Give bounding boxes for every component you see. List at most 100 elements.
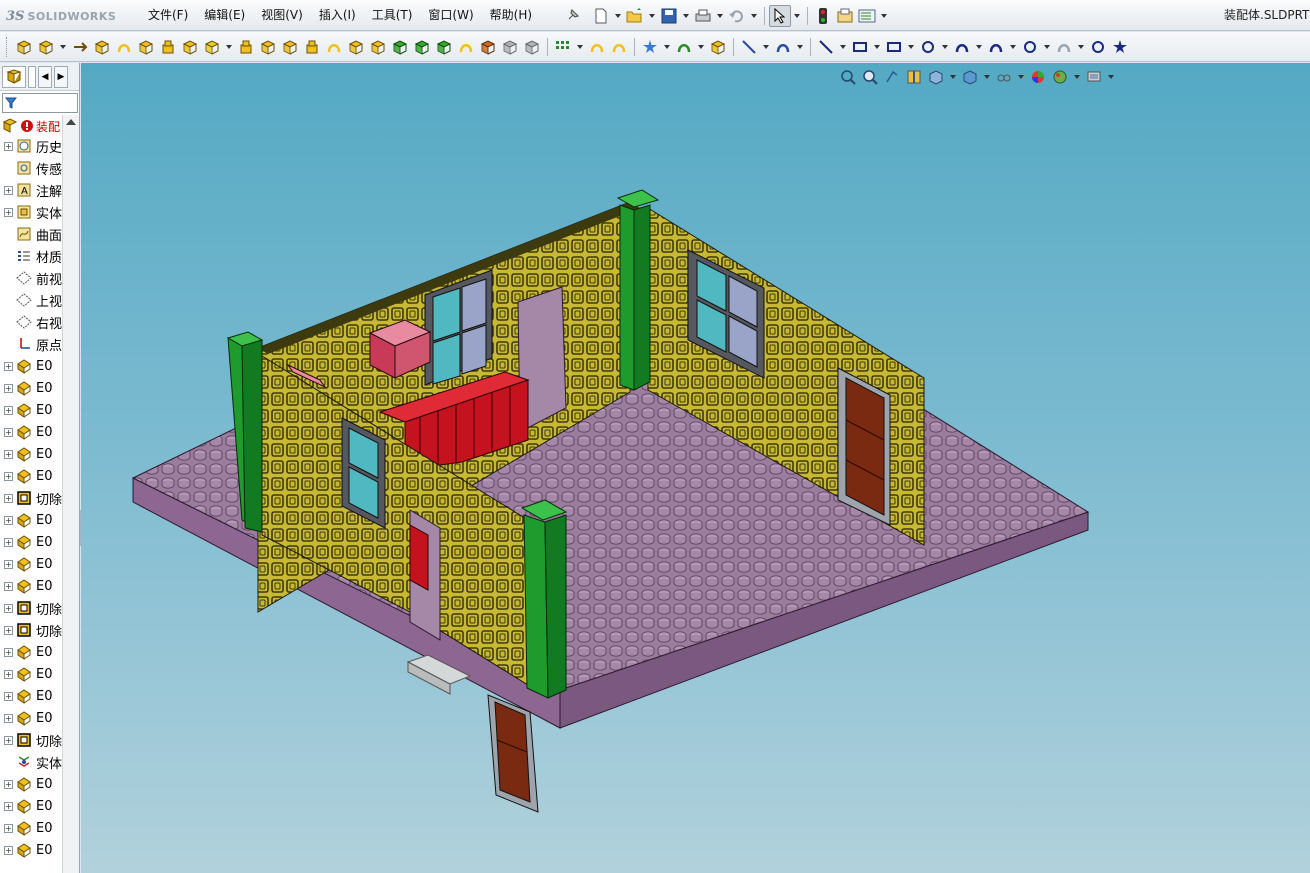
line-icon[interactable] (816, 37, 836, 57)
print-dropdown-icon[interactable] (717, 14, 723, 18)
dropdown-arrow-icon[interactable] (874, 44, 880, 49)
select-dropdown-icon[interactable] (794, 14, 800, 18)
expand-toggle-icon[interactable]: + (4, 823, 13, 833)
expand-toggle-icon[interactable]: + (4, 207, 13, 217)
open-icon[interactable] (624, 5, 646, 27)
tab-scroll-right-icon[interactable]: ▶ (54, 65, 68, 88)
construction-icon[interactable] (1110, 37, 1130, 57)
section-view-icon[interactable] (904, 67, 924, 87)
instant3d-icon[interactable] (708, 37, 728, 57)
tree-item[interactable]: + 切除 (0, 619, 62, 641)
tree-item[interactable]: + 实体 (0, 201, 62, 223)
tree-item[interactable]: + E0 (0, 685, 62, 707)
expand-toggle-icon[interactable]: + (4, 603, 13, 613)
undo-dropdown-icon[interactable] (751, 14, 757, 18)
extrude-cut-icon[interactable] (236, 37, 256, 57)
undo-icon[interactable] (726, 5, 748, 27)
dropdown-arrow-icon[interactable] (942, 44, 948, 49)
dropdown-arrow-icon[interactable] (698, 44, 704, 49)
intersect-icon[interactable] (456, 37, 476, 57)
options-icon[interactable] (856, 5, 878, 27)
expand-toggle-icon[interactable]: + (4, 449, 13, 459)
expand-toggle-icon[interactable]: + (4, 493, 13, 503)
circle-icon[interactable] (918, 37, 938, 57)
relations-icon[interactable] (773, 37, 793, 57)
revolve-boss-icon[interactable] (180, 37, 200, 57)
dropdown-arrow-icon[interactable] (226, 44, 232, 49)
zoom-area-icon[interactable] (860, 67, 880, 87)
tree-item[interactable]: + 历史 (0, 135, 62, 157)
view-settings-dropdown-icon[interactable] (1108, 75, 1114, 79)
reference-geometry-icon[interactable] (587, 37, 607, 57)
expand-toggle-icon[interactable]: + (4, 713, 13, 723)
house-assembly-model[interactable] (81, 63, 1310, 873)
open-dropdown-icon[interactable] (649, 14, 655, 18)
save-icon[interactable] (658, 5, 680, 27)
expand-toggle-icon[interactable]: + (4, 845, 13, 855)
tree-item[interactable]: + 切除 (0, 597, 62, 619)
fillet-sketch-icon[interactable] (1054, 37, 1074, 57)
menu-edit[interactable]: 编辑(E) (196, 0, 253, 31)
tree-item[interactable]: + E0 (0, 443, 62, 465)
tree-item[interactable]: 传感 (0, 157, 62, 179)
expand-toggle-icon[interactable]: + (4, 801, 13, 811)
expand-toggle-icon[interactable]: + (4, 735, 13, 745)
expand-toggle-icon[interactable]: + (4, 471, 13, 481)
expand-toggle-icon[interactable]: + (4, 779, 13, 789)
tree-item[interactable]: + E0 (0, 509, 62, 531)
tree-item[interactable]: 曲面 (0, 223, 62, 245)
new-document-icon[interactable] (590, 5, 612, 27)
point-icon[interactable] (1088, 37, 1108, 57)
fillet-icon[interactable] (324, 37, 344, 57)
dropdown-arrow-icon[interactable] (664, 44, 670, 49)
tree-item[interactable]: + 切除 (0, 729, 62, 751)
menu-file[interactable]: 文件(F) (140, 0, 196, 31)
tree-item[interactable]: + 切除 (0, 487, 62, 509)
wrap-icon[interactable] (434, 37, 454, 57)
feature-tree-scrollbar[interactable] (62, 115, 79, 873)
graphics-area[interactable] (81, 63, 1310, 873)
expand-toggle-icon[interactable]: + (4, 405, 13, 415)
dropdown-arrow-icon[interactable] (908, 44, 914, 49)
menu-view[interactable]: 视图(V) (253, 0, 311, 31)
expand-toggle-icon[interactable]: + (4, 515, 13, 525)
dropdown-arrow-icon[interactable] (840, 44, 846, 49)
expand-toggle-icon[interactable]: + (4, 559, 13, 569)
pin-icon[interactable] (565, 7, 581, 23)
select-icon[interactable] (769, 5, 791, 27)
tree-item[interactable]: + E0 (0, 399, 62, 421)
apply-scene-dropdown-icon[interactable] (1074, 75, 1080, 79)
tree-item[interactable]: 材质 (0, 245, 62, 267)
smart-fasteners-icon[interactable] (136, 37, 156, 57)
sweep-boss-icon[interactable] (202, 37, 222, 57)
menu-tools[interactable]: 工具(T) (364, 0, 421, 31)
dropdown-arrow-icon[interactable] (60, 44, 66, 49)
save-dropdown-icon[interactable] (683, 14, 689, 18)
tree-item[interactable]: + E0 (0, 553, 62, 575)
apply-scene-icon[interactable] (1050, 67, 1070, 87)
loft-cut-icon[interactable] (302, 37, 322, 57)
arc-icon[interactable] (952, 37, 972, 57)
expand-toggle-icon[interactable]: + (4, 185, 13, 195)
view-settings-icon[interactable] (1084, 67, 1104, 87)
expand-toggle-icon[interactable]: + (4, 647, 13, 657)
sweep-cut-icon[interactable] (280, 37, 300, 57)
sketch-icon[interactable] (640, 37, 660, 57)
menu-insert[interactable]: 插入(I) (311, 0, 364, 31)
dropdown-arrow-icon[interactable] (797, 44, 803, 49)
tree-item[interactable]: + E0 (0, 795, 62, 817)
tree-item[interactable]: + E0 (0, 355, 62, 377)
solidworks-logo[interactable]: 3S SOLIDWORKS (6, 6, 116, 26)
insert-component-icon[interactable] (14, 37, 34, 57)
combine-icon[interactable] (522, 37, 542, 57)
rotate-component-icon[interactable] (92, 37, 112, 57)
ellipse-icon[interactable] (1020, 37, 1040, 57)
tree-item[interactable]: 实体 (0, 751, 62, 773)
shell-icon[interactable] (390, 37, 410, 57)
tree-item[interactable]: 前视 (0, 267, 62, 289)
slot-icon[interactable] (884, 37, 904, 57)
dropdown-arrow-icon[interactable] (577, 44, 583, 49)
expand-toggle-icon[interactable]: + (4, 427, 13, 437)
tree-item[interactable]: + E0 (0, 707, 62, 729)
tree-item[interactable]: 原点 (0, 333, 62, 355)
